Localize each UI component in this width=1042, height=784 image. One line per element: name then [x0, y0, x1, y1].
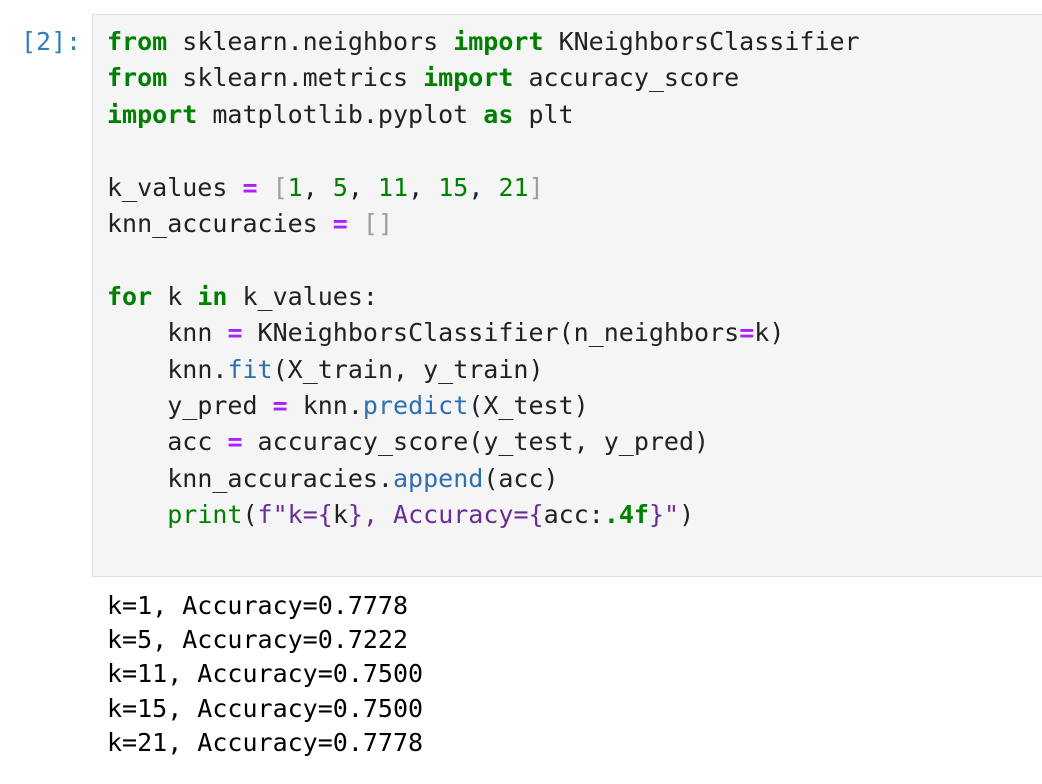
code-text: sklearn.neighbors [167, 27, 454, 56]
number: 5 [332, 172, 348, 202]
variable-name: k_values [107, 172, 228, 202]
builtin-print: print [167, 500, 243, 530]
code-text: (acc) [483, 463, 559, 493]
code-text: KNeighborsClassifier [543, 27, 860, 56]
code-text: knn. [167, 354, 228, 384]
format-spec: .4f [603, 500, 649, 530]
variable-name: acc [167, 427, 213, 457]
keyword-as: as [483, 99, 514, 129]
code-text: accuracy_score [513, 63, 740, 93]
assign-operator: = [739, 318, 755, 348]
keyword-import: import [453, 27, 544, 56]
code-line-2: from sklearn.metrics import accuracy_sco… [107, 63, 739, 92]
code-editor[interactable]: from sklearn.neighbors import KNeighbors… [107, 24, 860, 534]
number: 21 [498, 172, 529, 202]
code-line-3: import matplotlib.pyplot as plt [107, 100, 574, 129]
bracket: [ [272, 172, 288, 202]
code-text: ( [242, 500, 258, 530]
code-text: knn_accuracies. [167, 463, 393, 493]
keyword-for: for [107, 281, 153, 311]
method-name: fit [227, 354, 273, 384]
code-text: sklearn.metrics [167, 63, 424, 93]
assign-operator: = [227, 427, 243, 457]
fstring-brace: { [317, 500, 333, 530]
code-line-8: for k in k_values: [107, 282, 378, 311]
number: 11 [378, 172, 409, 202]
assign-operator: = [227, 318, 243, 348]
keyword-from: from [107, 63, 168, 93]
fstring-brace: } [648, 500, 665, 530]
code-line-14: print(f"k={k}, Accuracy={acc:.4f}") [107, 500, 694, 529]
variable-name: knn_accuracies [107, 209, 318, 239]
code-text: k) [754, 318, 785, 348]
output-line: k=1, Accuracy=0.7778 [107, 591, 409, 620]
keyword-in: in [197, 281, 228, 311]
cell-output: k=1, Accuracy=0.7778 k=5, Accuracy=0.722… [107, 589, 423, 760]
code-text: (X_test) [468, 391, 589, 421]
output-line: k=11, Accuracy=0.7500 [107, 659, 424, 689]
code-text: (X_train, y_train) [272, 354, 544, 384]
code-line-13: knn_accuracies.append(acc) [107, 463, 559, 493]
code-line-6: knn_accuracies = [] [107, 209, 393, 238]
code-text: accuracy_score(y_test, y_pred) [242, 427, 710, 457]
assign-operator: = [332, 209, 348, 239]
code-text: matplotlib.pyplot [197, 99, 484, 129]
code-line-1: from sklearn.neighbors import KNeighbors… [107, 27, 860, 56]
code-line-12: acc = accuracy_score(y_test, y_pred) [107, 427, 709, 456]
code-line-10: knn.fit(X_train, y_train) [107, 354, 544, 384]
code-cell-input[interactable]: from sklearn.neighbors import KNeighbors… [92, 14, 1042, 577]
fstring: , Accuracy= [362, 500, 529, 530]
assign-operator: = [272, 391, 288, 421]
assign-operator: = [242, 172, 258, 202]
code-line-9: knn = KNeighborsClassifier(n_neighbors=k… [107, 318, 784, 347]
code-line-5: k_values = [1, 5, 11, 15, 21] [107, 172, 544, 202]
bracket: ] [528, 172, 544, 202]
code-text: k_values: [227, 281, 378, 311]
fstring-expr: k [332, 500, 348, 530]
fstring: f"k= [257, 500, 318, 530]
code-line-11: y_pred = knn.predict(X_test) [107, 391, 589, 421]
number: 1 [287, 172, 303, 202]
fstring-expr: acc: [543, 500, 604, 530]
method-name: append [393, 463, 484, 493]
keyword-from: from [107, 27, 168, 56]
code-text: knn. [287, 391, 363, 421]
output-line: k=5, Accuracy=0.7222 [107, 625, 409, 655]
number: 15 [438, 172, 469, 202]
code-text: KNeighborsClassifier(n_neighbors [242, 318, 740, 348]
output-line: k=15, Accuracy=0.7500 [107, 693, 424, 723]
fstring-brace: } [347, 500, 363, 530]
keyword-import: import [107, 99, 198, 129]
code-text: k [152, 281, 198, 311]
code-text: ) [679, 500, 695, 530]
method-name: predict [362, 391, 469, 421]
cell-execution-count: [2]: [21, 27, 82, 56]
keyword-import: import [423, 63, 514, 93]
fstring: " [664, 500, 680, 530]
variable-name: y_pred [167, 391, 258, 421]
variable-name: knn [167, 318, 213, 348]
output-line: k=21, Accuracy=0.7778 [107, 727, 424, 757]
fstring-brace: { [528, 500, 544, 530]
bracket: [] [362, 209, 394, 239]
code-text: plt [513, 99, 574, 129]
